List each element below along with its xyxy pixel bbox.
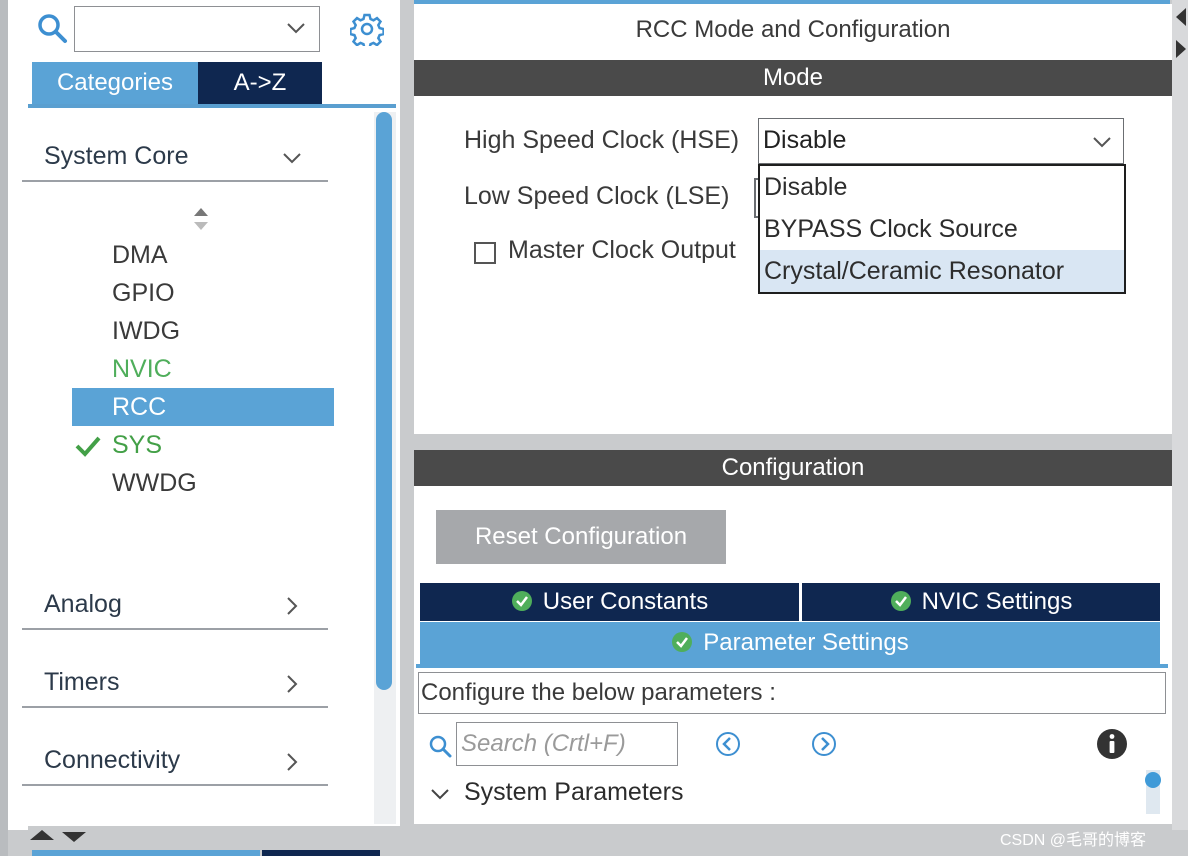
- chevron-right-icon: [287, 597, 298, 615]
- group-connectivity[interactable]: Connectivity: [22, 740, 328, 786]
- category-tab-bar: Categories A->Z: [28, 62, 396, 108]
- group-timers-label: Timers: [44, 668, 120, 696]
- hse-select-value: Disable: [763, 126, 847, 154]
- tab-nvic-settings[interactable]: NVIC Settings: [802, 583, 1160, 621]
- group-connectivity-label: Connectivity: [44, 746, 181, 774]
- configuration-header: Configuration: [414, 450, 1172, 486]
- group-analog[interactable]: Analog: [22, 584, 328, 630]
- chevron-down-icon: [283, 153, 301, 164]
- window-left-edge: [0, 0, 8, 856]
- tree-item-iwdg[interactable]: IWDG: [112, 314, 180, 348]
- triangle-right-icon[interactable]: [1172, 38, 1188, 60]
- group-timers[interactable]: Timers: [22, 662, 328, 708]
- tab-a-to-z[interactable]: A->Z: [198, 62, 322, 104]
- hse-dropdown-list: Disable BYPASS Clock Source Crystal/Cera…: [758, 164, 1126, 294]
- tree-item-dma[interactable]: DMA: [112, 238, 168, 272]
- gear-icon[interactable]: [350, 12, 384, 46]
- tab-underline: [416, 664, 1168, 668]
- tree-item-sys[interactable]: SYS: [112, 428, 162, 462]
- group-system-core-label: System Core: [44, 142, 189, 170]
- category-search-combo[interactable]: [74, 6, 320, 52]
- chevron-right-icon: [287, 675, 298, 693]
- tab-nvic-settings-label: NVIC Settings: [921, 588, 1073, 615]
- search-icon[interactable]: [36, 12, 68, 44]
- chevron-right-icon: [287, 753, 298, 771]
- category-scrollbar-thumb[interactable]: [376, 112, 392, 690]
- check-circle-icon: [672, 632, 693, 652]
- tree-item-gpio[interactable]: GPIO: [112, 276, 175, 310]
- previous-icon[interactable]: [714, 730, 742, 758]
- tree-item-nvic[interactable]: NVIC: [112, 352, 172, 386]
- hse-select[interactable]: Disable: [758, 118, 1124, 164]
- reset-configuration-button[interactable]: Reset Configuration: [436, 510, 726, 564]
- master-clock-output-label: Master Clock Output: [508, 236, 736, 264]
- check-circle-icon: [890, 591, 911, 611]
- tab-user-constants-label: User Constants: [542, 588, 709, 615]
- page-title: RCC Mode and Configuration: [635, 16, 951, 43]
- tab-parameter-settings[interactable]: Parameter Settings: [420, 622, 1160, 664]
- bottom-tab-edge: [262, 850, 380, 856]
- option-bypass-clock-source[interactable]: BYPASS Clock Source: [760, 208, 1124, 250]
- tab-user-constants[interactable]: User Constants: [420, 583, 799, 621]
- chevron-down-icon: [287, 23, 305, 34]
- group-analog-label: Analog: [44, 590, 122, 618]
- tab-categories[interactable]: Categories: [32, 62, 198, 104]
- parameter-scrollbar-thumb[interactable]: [1145, 772, 1161, 788]
- master-clock-output-checkbox[interactable]: [474, 242, 496, 264]
- collapse-expand-icon[interactable]: [28, 826, 92, 846]
- category-tree: [28, 112, 396, 824]
- triangle-left-icon[interactable]: [1172, 6, 1188, 28]
- right-edge-scrollbar[interactable]: [1172, 0, 1188, 830]
- watermark: CSDN @毛哥的博客: [1000, 832, 1147, 849]
- bottom-tab-edge: [32, 850, 260, 856]
- option-crystal-ceramic-resonator[interactable]: Crystal/Ceramic Resonator: [760, 250, 1124, 292]
- chevron-down-icon: [1093, 137, 1111, 148]
- system-parameters-section[interactable]: System Parameters: [464, 778, 684, 807]
- parameter-search-input[interactable]: Search (Crtl+F): [456, 722, 678, 766]
- check-circle-icon: [511, 591, 532, 611]
- chevron-down-icon[interactable]: [428, 782, 452, 806]
- parameter-description: Configure the below parameters :: [418, 672, 1166, 714]
- search-icon: [429, 735, 452, 758]
- mode-header: Mode: [414, 60, 1172, 96]
- group-system-core[interactable]: System Core: [22, 136, 328, 182]
- option-disable[interactable]: Disable: [760, 166, 1124, 208]
- tree-item-rcc[interactable]: RCC: [112, 390, 166, 424]
- info-icon[interactable]: [1096, 728, 1128, 760]
- hse-label: High Speed Clock (HSE): [464, 126, 740, 154]
- tree-item-wwdg[interactable]: WWDG: [112, 466, 197, 500]
- sort-icon[interactable]: [192, 206, 210, 232]
- next-icon[interactable]: [810, 730, 838, 758]
- checkmark-icon: [75, 436, 101, 457]
- tab-parameter-settings-label: Parameter Settings: [703, 629, 909, 656]
- lse-label: Low Speed Clock (LSE): [464, 182, 730, 210]
